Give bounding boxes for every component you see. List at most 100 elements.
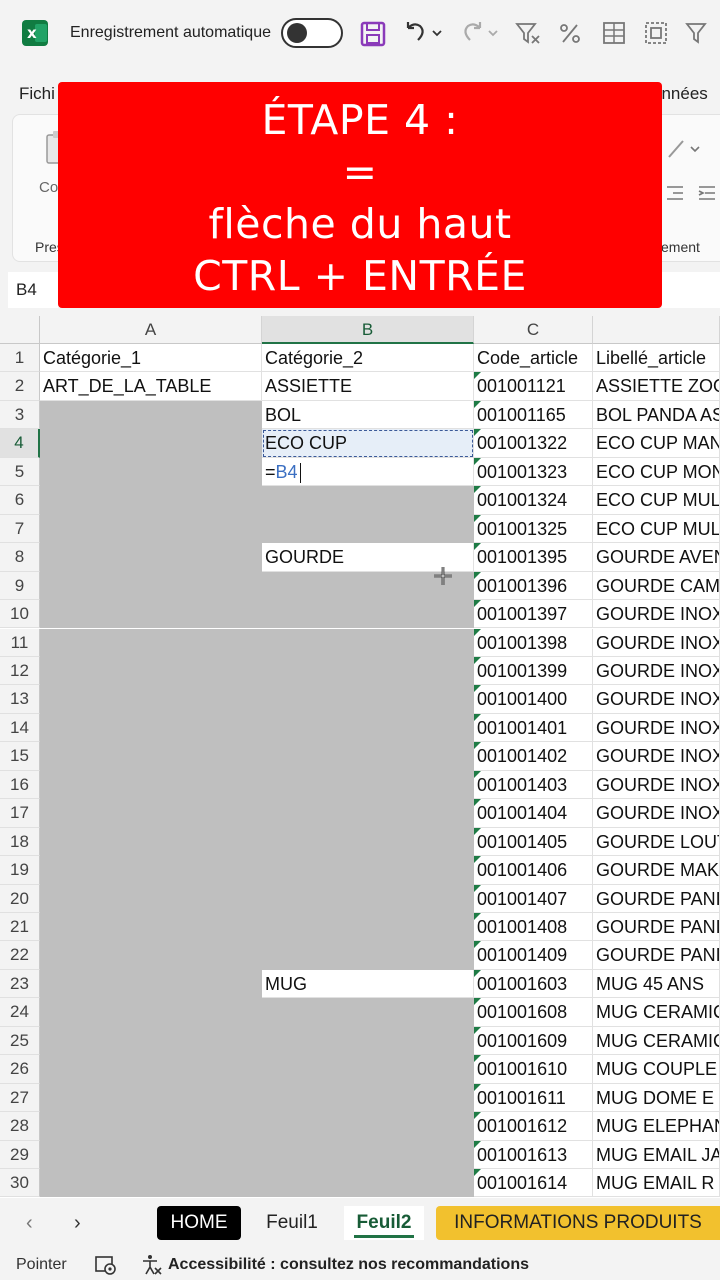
cell-c-row-6[interactable]: 001001324 — [474, 486, 593, 515]
save-icon[interactable] — [359, 18, 387, 48]
cell-c-row-9[interactable]: 001001396 — [474, 571, 593, 601]
row-header[interactable]: 26 — [0, 1055, 40, 1084]
row-header[interactable]: 24 — [0, 998, 40, 1027]
cell-d-row-10[interactable]: GOURDE INOX — [593, 600, 720, 629]
cell-d-row-11[interactable]: GOURDE INOX — [593, 628, 720, 657]
row-header[interactable]: 10 — [0, 600, 40, 629]
cell-b-row-26[interactable] — [262, 1055, 474, 1084]
cell-a-row-4[interactable] — [40, 429, 262, 458]
cell-d-row-25[interactable]: MUG CERAMIC — [593, 1026, 720, 1056]
cell-b-row-14[interactable] — [262, 713, 474, 743]
cell-d-row-13[interactable]: GOURDE INOX — [593, 685, 720, 714]
cell-b-row-24[interactable] — [262, 998, 474, 1027]
cell-b-row-22[interactable] — [262, 941, 474, 970]
select-range-icon[interactable] — [642, 18, 670, 48]
ribbon-tab-file[interactable]: Fichi — [19, 84, 55, 104]
cell-d-row-3[interactable]: BOL PANDA AS — [593, 400, 720, 430]
cell-c-row-17[interactable]: 001001404 — [474, 799, 593, 828]
cell-b-row-30[interactable] — [262, 1169, 474, 1198]
cell-b-row-18[interactable] — [262, 827, 474, 857]
cell-c-row-8[interactable]: 001001395 — [474, 543, 593, 572]
cell-a-row-3[interactable] — [40, 400, 262, 430]
row-header[interactable]: 13 — [0, 685, 40, 714]
cell-a-row-6[interactable] — [40, 486, 262, 515]
row-header[interactable]: 5 — [0, 457, 40, 487]
cell-c-row-11[interactable]: 001001398 — [474, 628, 593, 657]
cell-d-row-30[interactable]: MUG EMAIL R — [593, 1169, 720, 1198]
cell-a-row-29[interactable] — [40, 1140, 262, 1170]
cell-b-row-5-editing[interactable]: =B4 — [262, 457, 474, 487]
name-box[interactable]: B4 — [8, 272, 58, 308]
cell-b-row-1[interactable]: Catégorie_2 — [262, 344, 474, 373]
sheet-tab-feuil2[interactable]: Feuil2 — [344, 1206, 424, 1240]
cell-b-row-13[interactable] — [262, 685, 474, 714]
cell-c-row-27[interactable]: 001001611 — [474, 1083, 593, 1113]
row-header[interactable]: 11 — [0, 628, 40, 657]
cell-a-row-11[interactable] — [40, 628, 262, 657]
cell-d-row-12[interactable]: GOURDE INOX — [593, 656, 720, 686]
cell-a-row-25[interactable] — [40, 1026, 262, 1056]
cell-a-row-19[interactable] — [40, 856, 262, 885]
row-header[interactable]: 14 — [0, 713, 40, 743]
cell-c-row-4[interactable]: 001001322 — [474, 429, 593, 458]
cell-b-row-21[interactable] — [262, 913, 474, 942]
column-header-c[interactable]: C — [474, 316, 593, 344]
cell-a-row-8[interactable] — [40, 543, 262, 572]
cell-a-row-27[interactable] — [40, 1083, 262, 1113]
orientation-icon[interactable] — [665, 137, 705, 161]
column-header-b[interactable]: B — [262, 316, 474, 344]
cell-b-row-12[interactable] — [262, 656, 474, 686]
cell-d-row-1[interactable]: Libellé_article — [593, 344, 720, 373]
select-all-corner[interactable] — [0, 316, 40, 344]
cell-a-row-15[interactable] — [40, 742, 262, 771]
cell-d-row-5[interactable]: ECO CUP MON — [593, 457, 720, 487]
cell-b-row-4[interactable]: ECO CUP — [262, 429, 474, 458]
cell-d-row-22[interactable]: GOURDE PANI — [593, 941, 720, 970]
status-accessibility[interactable]: Accessibilité : consultez nos recommanda… — [168, 1256, 529, 1274]
cell-b-row-29[interactable] — [262, 1140, 474, 1170]
cell-d-row-21[interactable]: GOURDE PANI — [593, 913, 720, 942]
filter-icon[interactable] — [684, 18, 712, 48]
cell-d-row-24[interactable]: MUG CERAMIC — [593, 998, 720, 1027]
cell-b-row-23[interactable]: MUG — [262, 969, 474, 999]
row-header[interactable]: 15 — [0, 742, 40, 771]
cell-a-row-22[interactable] — [40, 941, 262, 970]
cell-d-row-18[interactable]: GOURDE LOUT — [593, 827, 720, 857]
cell-b-row-28[interactable] — [262, 1112, 474, 1141]
cell-a-row-30[interactable] — [40, 1169, 262, 1198]
cell-a-row-18[interactable] — [40, 827, 262, 857]
redo-icon[interactable] — [458, 18, 486, 48]
sheet-tab-informations-produits[interactable]: INFORMATIONS PRODUITS — [436, 1206, 720, 1240]
row-header[interactable]: 25 — [0, 1026, 40, 1056]
sheet-tab-home[interactable]: HOME — [157, 1206, 241, 1240]
row-header[interactable]: 12 — [0, 656, 40, 686]
cell-a-row-10[interactable] — [40, 600, 262, 629]
row-header[interactable]: 9 — [0, 571, 40, 601]
next-sheet-chevron-icon[interactable]: › — [74, 1212, 81, 1235]
row-header[interactable]: 22 — [0, 941, 40, 970]
cell-d-row-26[interactable]: MUG COUPLE — [593, 1055, 720, 1084]
cell-c-row-3[interactable]: 001001165 — [474, 400, 593, 430]
cell-b-row-3[interactable]: BOL — [262, 400, 474, 430]
row-header[interactable]: 7 — [0, 514, 40, 544]
percent-style-icon[interactable] — [556, 18, 584, 48]
cell-d-row-28[interactable]: MUG ELEPHAN — [593, 1112, 720, 1141]
cell-b-row-10[interactable] — [262, 600, 474, 629]
cell-d-row-20[interactable]: GOURDE PANI — [593, 884, 720, 913]
row-header[interactable]: 16 — [0, 770, 40, 800]
cell-a-row-12[interactable] — [40, 656, 262, 686]
cell-c-row-20[interactable]: 001001407 — [474, 884, 593, 913]
cell-c-row-24[interactable]: 001001608 — [474, 998, 593, 1027]
row-header[interactable]: 21 — [0, 913, 40, 942]
cell-c-row-2[interactable]: 001001121 — [474, 372, 593, 401]
cell-d-row-4[interactable]: ECO CUP MAN — [593, 429, 720, 458]
cell-c-row-12[interactable]: 001001399 — [474, 656, 593, 686]
row-header[interactable]: 29 — [0, 1140, 40, 1170]
cell-b-row-2[interactable]: ASSIETTE — [262, 372, 474, 401]
formula-bar[interactable] — [662, 272, 720, 308]
column-header-d[interactable] — [593, 316, 720, 344]
row-header[interactable]: 8 — [0, 543, 40, 572]
cell-a-row-7[interactable] — [40, 514, 262, 544]
clear-filter-icon[interactable] — [514, 18, 542, 48]
accessibility-icon[interactable] — [140, 1254, 164, 1276]
